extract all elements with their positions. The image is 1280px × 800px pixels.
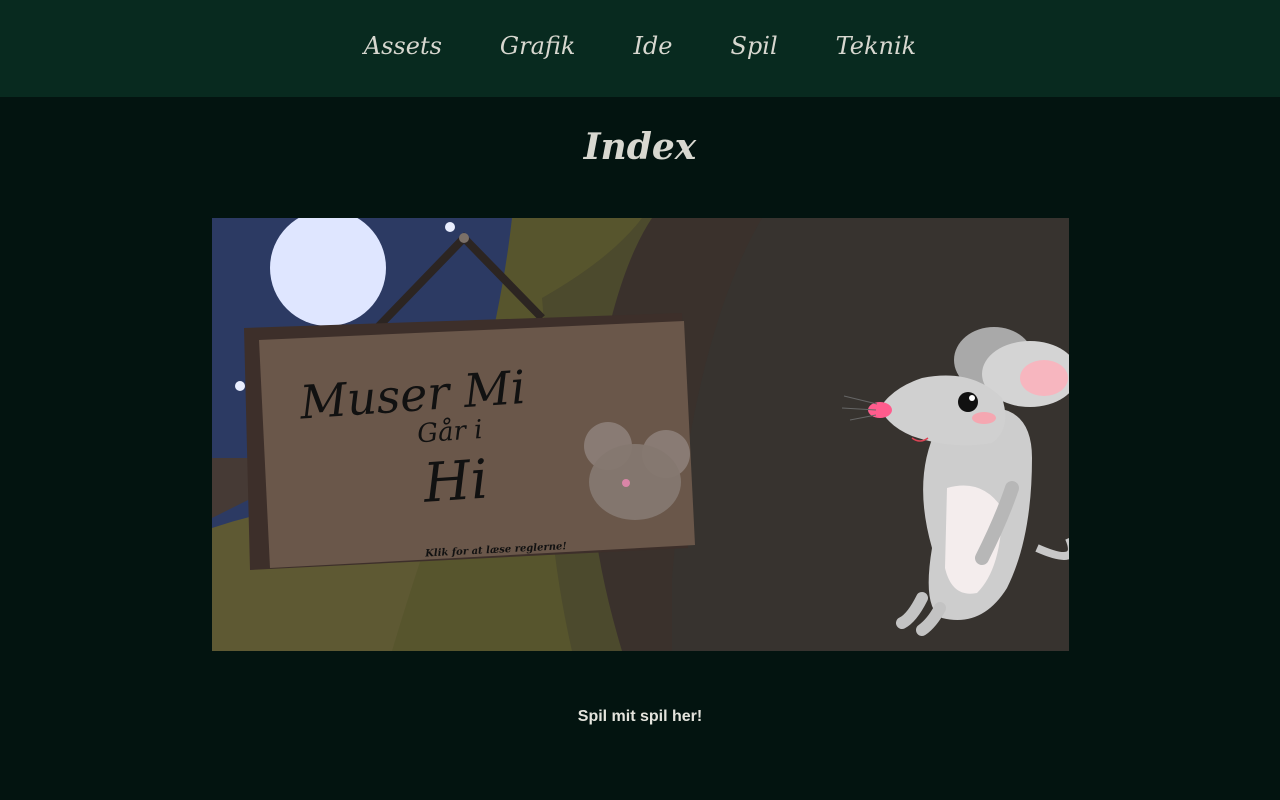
page-title: Index [583,126,697,168]
sign-title-line2: Går i [416,414,483,449]
game-preview-image[interactable]: Muser Mi Går i Hi Klik for at læse regle… [211,218,1069,651]
play-game-link[interactable]: Spil mit spil her! [0,708,1280,726]
game-illustration: Muser Mi Går i Hi Klik for at læse regle… [211,218,1069,651]
nav-link-spil[interactable]: Spil [701,26,806,66]
star [234,381,245,391]
nav-link-ide[interactable]: Ide [604,26,701,66]
nav-link-assets[interactable]: Assets [335,26,471,66]
sign-nail [458,233,469,243]
nav-link-grafik[interactable]: Grafik [471,26,605,66]
nav-link-teknik[interactable]: Teknik [807,26,946,66]
sign-title-line3: Hi [420,448,490,515]
top-navigation: Assets Grafik Ide Spil Teknik [0,0,1280,97]
star [444,222,455,232]
